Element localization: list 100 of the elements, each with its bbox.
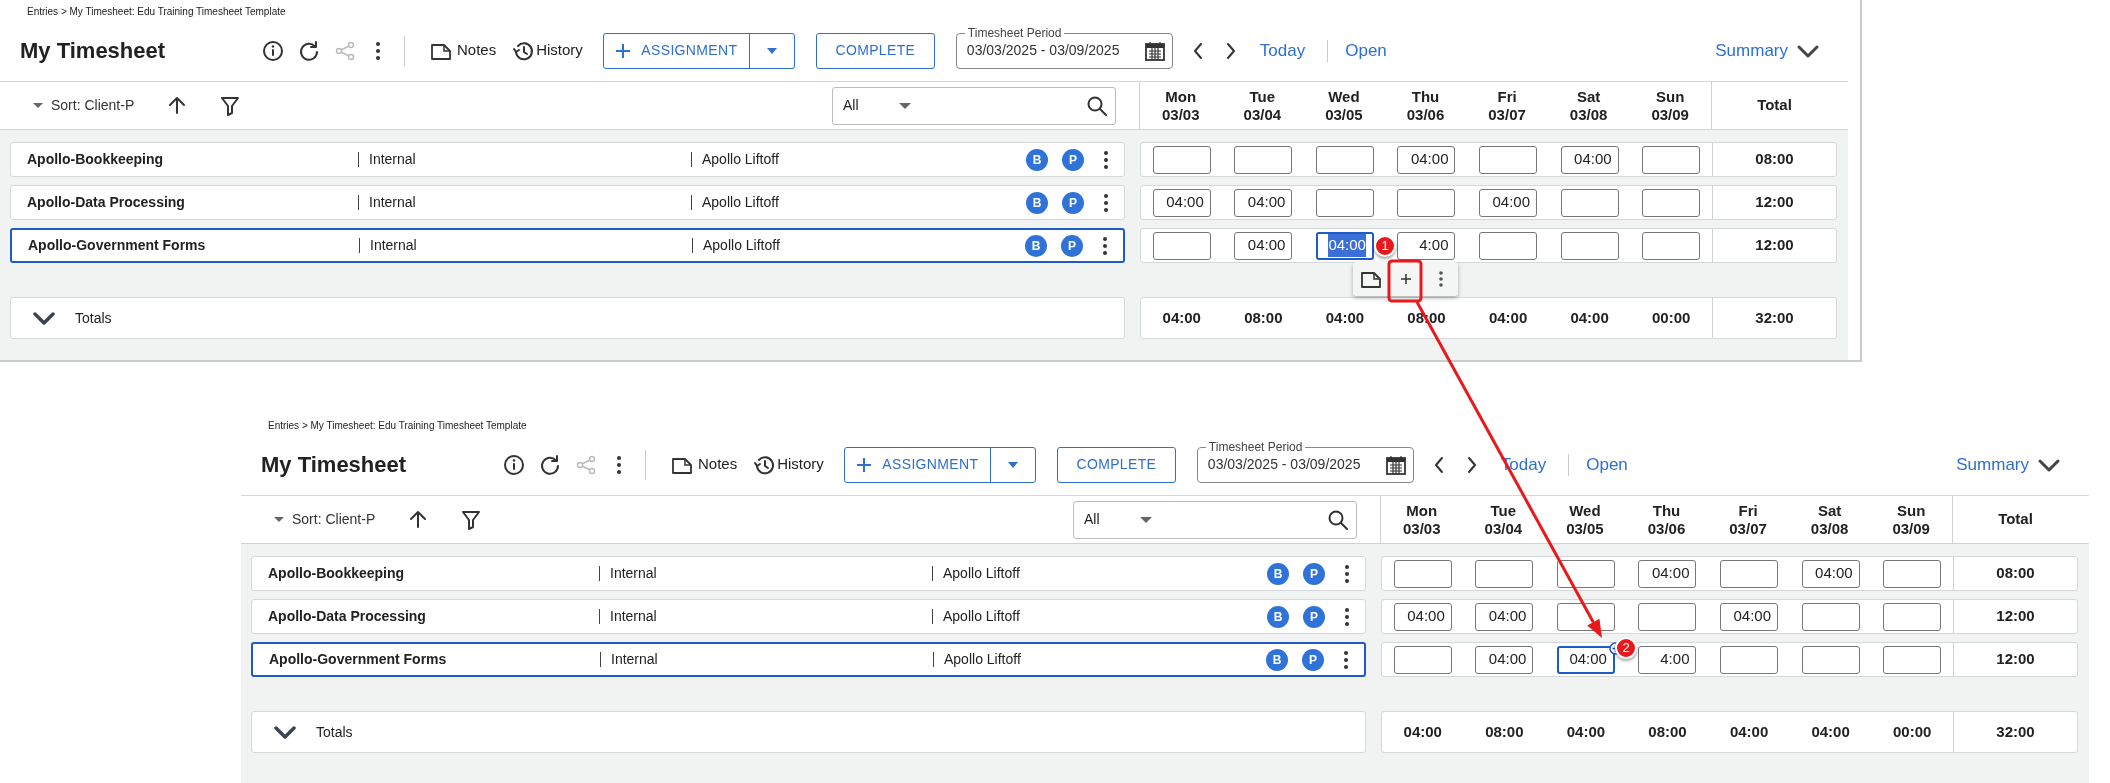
time-input[interactable]: 04:00 bbox=[1315, 231, 1374, 260]
time-input[interactable] bbox=[1883, 645, 1942, 674]
history-button[interactable]: History bbox=[512, 39, 583, 62]
more-icon[interactable] bbox=[374, 39, 382, 62]
time-input[interactable] bbox=[1720, 559, 1779, 588]
initial-badge[interactable]: B bbox=[1267, 605, 1289, 628]
time-input[interactable]: 04:00 bbox=[1475, 602, 1534, 631]
time-input[interactable]: 4:00 bbox=[1638, 645, 1697, 674]
initial-badge[interactable]: P bbox=[1303, 605, 1325, 628]
calendar-icon[interactable] bbox=[1384, 453, 1407, 476]
time-input[interactable]: 04:00 bbox=[1801, 559, 1860, 588]
time-input[interactable]: 04:00 bbox=[1479, 188, 1538, 217]
time-input[interactable] bbox=[1556, 559, 1615, 588]
time-input[interactable] bbox=[1393, 559, 1452, 588]
breadcrumb[interactable]: Entries > My Timesheet: Edu Training Timesheet Template bbox=[268, 420, 527, 431]
initial-badge[interactable]: B bbox=[1026, 148, 1048, 171]
time-input[interactable] bbox=[1560, 188, 1619, 217]
time-input[interactable] bbox=[1883, 602, 1942, 631]
time-input[interactable] bbox=[1152, 231, 1211, 260]
info-icon[interactable] bbox=[503, 453, 525, 476]
today-link[interactable]: Today bbox=[1259, 37, 1306, 64]
sort-button[interactable]: Sort: Client-P bbox=[33, 95, 135, 116]
time-input[interactable] bbox=[1393, 645, 1452, 674]
time-input[interactable] bbox=[1560, 231, 1619, 260]
time-input[interactable] bbox=[1720, 645, 1779, 674]
assignment-row[interactable]: Apollo-Government Forms Internal Apollo Liftoff B P bbox=[10, 228, 1125, 263]
time-input[interactable] bbox=[1315, 188, 1374, 217]
arrow-up-icon[interactable] bbox=[168, 96, 187, 115]
initial-badge[interactable]: P bbox=[1062, 148, 1084, 171]
time-input[interactable] bbox=[1642, 145, 1701, 174]
time-input[interactable] bbox=[1479, 145, 1538, 174]
complete-button[interactable]: COMPLETE bbox=[1056, 446, 1176, 483]
info-icon[interactable] bbox=[262, 39, 284, 62]
refresh-icon[interactable] bbox=[539, 453, 561, 476]
time-input[interactable]: 04:00 bbox=[1234, 188, 1293, 217]
assignment-row[interactable]: Apollo-Data Processing Internal Apollo Liftoff B P bbox=[10, 185, 1125, 220]
initial-badge[interactable]: P bbox=[1062, 191, 1084, 214]
time-input[interactable]: 04:00 bbox=[1560, 145, 1619, 174]
complete-button[interactable]: COMPLETE bbox=[815, 32, 935, 69]
chevron-down-icon[interactable] bbox=[33, 311, 55, 325]
chevron-down-icon[interactable] bbox=[274, 725, 296, 739]
time-input[interactable] bbox=[1556, 602, 1615, 631]
time-input[interactable] bbox=[1642, 188, 1701, 217]
more-icon[interactable] bbox=[1342, 648, 1350, 671]
calendar-icon[interactable] bbox=[1143, 39, 1166, 62]
arrow-up-icon[interactable] bbox=[409, 510, 428, 529]
breadcrumb[interactable]: Entries > My Timesheet: Edu Training Timesheet Template bbox=[27, 6, 286, 17]
more-icon[interactable] bbox=[1343, 605, 1351, 628]
filter-icon[interactable] bbox=[220, 95, 241, 116]
initial-badge[interactable]: B bbox=[1026, 191, 1048, 214]
more-icon[interactable] bbox=[1101, 234, 1109, 257]
sort-button[interactable]: Sort: Client-P bbox=[274, 509, 376, 530]
time-input[interactable] bbox=[1642, 231, 1701, 260]
initial-badge[interactable]: P bbox=[1061, 234, 1083, 257]
totals-row[interactable]: Totals bbox=[251, 711, 1366, 753]
time-input[interactable] bbox=[1801, 645, 1860, 674]
notes-button[interactable]: Notes bbox=[430, 39, 497, 62]
initial-badge[interactable]: P bbox=[1303, 562, 1325, 585]
open-link[interactable]: Open bbox=[1586, 451, 1628, 478]
time-input[interactable] bbox=[1638, 602, 1697, 631]
time-input[interactable]: 04:00 bbox=[1638, 559, 1697, 588]
assignment-row[interactable]: Apollo-Bookkeeping Internal Apollo Liftoff B P bbox=[251, 556, 1366, 591]
assignment-row[interactable]: Apollo-Bookkeeping Internal Apollo Liftoff B P bbox=[10, 142, 1125, 177]
history-button[interactable]: History bbox=[753, 453, 824, 476]
open-link[interactable]: Open bbox=[1345, 37, 1387, 64]
time-input[interactable]: 04:00 bbox=[1234, 231, 1293, 260]
time-input[interactable]: 04:00 bbox=[1393, 602, 1452, 631]
search-field[interactable]: All bbox=[832, 86, 1116, 125]
time-input[interactable]: 04:00 bbox=[1720, 602, 1779, 631]
time-input[interactable] bbox=[1883, 559, 1942, 588]
more-icon[interactable] bbox=[615, 453, 623, 476]
notes-button[interactable]: Notes bbox=[671, 453, 738, 476]
time-input[interactable] bbox=[1397, 188, 1456, 217]
time-input[interactable]: 04:00 bbox=[1152, 188, 1211, 217]
initial-badge[interactable]: B bbox=[1266, 648, 1288, 671]
more-icon[interactable] bbox=[1102, 191, 1110, 214]
totals-row[interactable]: Totals bbox=[10, 297, 1125, 339]
initial-badge[interactable]: B bbox=[1025, 234, 1047, 257]
summary-button[interactable]: Summary bbox=[1956, 451, 2061, 478]
time-input[interactable]: 4:00 bbox=[1397, 231, 1456, 260]
initial-badge[interactable]: B bbox=[1267, 562, 1289, 585]
assignment-row[interactable]: Apollo-Government Forms Internal Apollo Liftoff B P bbox=[251, 642, 1366, 677]
more-icon[interactable] bbox=[1343, 562, 1351, 585]
time-input[interactable] bbox=[1315, 145, 1374, 174]
time-input[interactable] bbox=[1801, 602, 1860, 631]
row-total: 08:00 bbox=[1996, 563, 2035, 584]
search-field[interactable]: All bbox=[1073, 500, 1357, 539]
time-input[interactable] bbox=[1152, 145, 1211, 174]
time-input[interactable] bbox=[1475, 559, 1534, 588]
time-input[interactable] bbox=[1479, 231, 1538, 260]
refresh-icon[interactable] bbox=[298, 39, 320, 62]
time-input[interactable] bbox=[1234, 145, 1293, 174]
time-input[interactable]: 04:00 bbox=[1556, 645, 1615, 674]
time-input[interactable]: 04:00 bbox=[1397, 145, 1456, 174]
assignment-row[interactable]: Apollo-Data Processing Internal Apollo Liftoff B P bbox=[251, 599, 1366, 634]
initial-badge[interactable]: P bbox=[1302, 648, 1324, 671]
time-input[interactable]: 04:00 bbox=[1475, 645, 1534, 674]
more-icon[interactable] bbox=[1102, 148, 1110, 171]
filter-icon[interactable] bbox=[461, 509, 482, 530]
summary-button[interactable]: Summary bbox=[1715, 37, 1820, 64]
